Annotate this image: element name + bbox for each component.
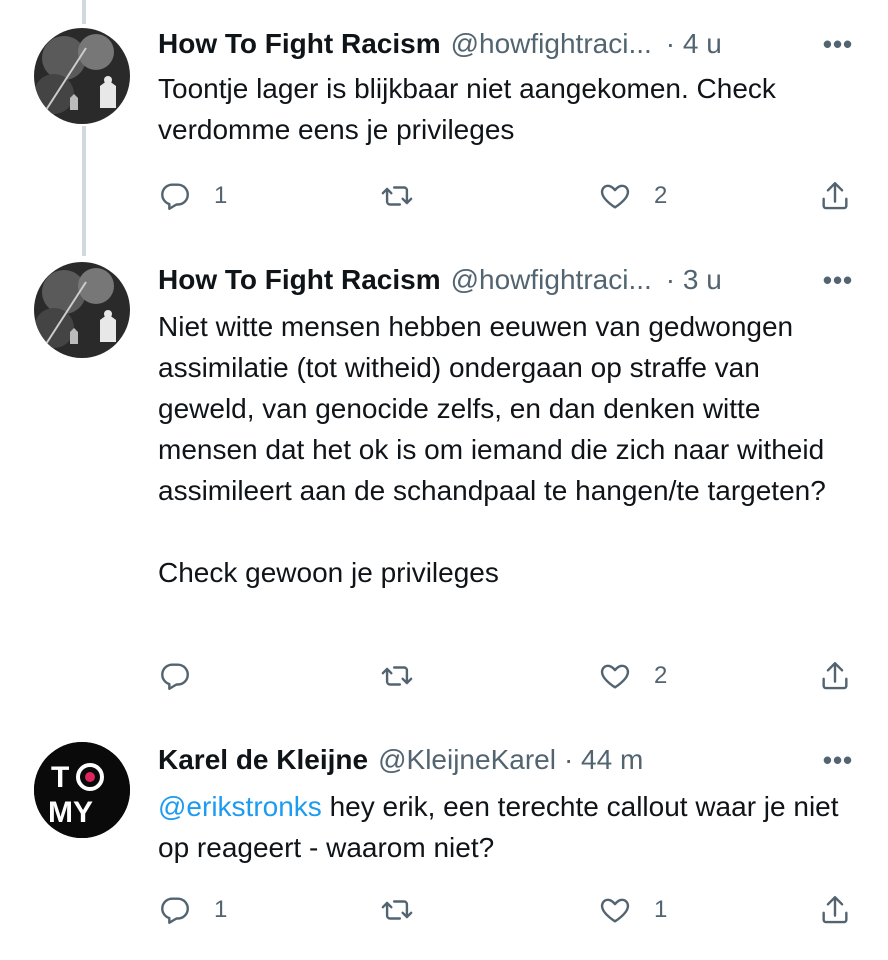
avatar[interactable]: T MY bbox=[34, 742, 130, 838]
svg-text:T: T bbox=[51, 761, 69, 794]
avatar[interactable] bbox=[34, 262, 130, 358]
tweet-header: How To Fight Racism @howfightraci... · 3… bbox=[158, 260, 858, 300]
tweet-header: How To Fight Racism @howfightraci... · 4… bbox=[158, 24, 858, 64]
timestamp[interactable]: · 4 u bbox=[666, 28, 722, 60]
avatar-image: T MY bbox=[34, 742, 130, 838]
author-handle[interactable]: @howfightraci... bbox=[451, 28, 652, 60]
action-bar: 2 bbox=[158, 656, 858, 696]
reply-count: 1 bbox=[214, 896, 228, 923]
author-name[interactable]: Karel de Kleijne bbox=[158, 744, 368, 776]
svg-text:MY: MY bbox=[48, 796, 93, 829]
share-icon bbox=[822, 182, 848, 210]
reply-icon bbox=[161, 183, 189, 210]
retweet-icon bbox=[381, 186, 413, 206]
action-bar: 1 1 bbox=[158, 890, 858, 930]
action-bar: 1 2 bbox=[158, 176, 858, 216]
retweet-icon bbox=[381, 900, 413, 920]
tweet-paragraph: Toontje lager is blijkbaar niet aangekom… bbox=[158, 73, 776, 145]
tweet[interactable]: How To Fight Racism @howfightraci... · 3… bbox=[0, 250, 888, 730]
retweet-button[interactable] bbox=[380, 176, 436, 216]
share-icon bbox=[822, 896, 848, 924]
reply-icon bbox=[161, 897, 189, 924]
retweet-icon bbox=[381, 666, 413, 686]
tweet-text: @erikstronks hey erik, een terechte call… bbox=[158, 786, 858, 868]
avatar-image bbox=[34, 262, 130, 358]
like-count: 1 bbox=[654, 896, 668, 923]
share-icon bbox=[822, 662, 848, 690]
tweet-text: Toontje lager is blijkbaar niet aangekom… bbox=[158, 68, 858, 150]
reply-button[interactable] bbox=[158, 656, 214, 696]
heart-icon bbox=[600, 184, 630, 209]
tweet-paragraph: @erikstronks hey erik, een terechte call… bbox=[158, 786, 858, 868]
tweet-header: Karel de Kleijne @KleijneKarel · 44 m ••… bbox=[158, 740, 858, 780]
more-options-icon[interactable]: ••• bbox=[818, 24, 858, 64]
share-button[interactable] bbox=[818, 176, 852, 216]
heart-icon bbox=[600, 664, 630, 689]
retweet-button[interactable] bbox=[380, 890, 436, 930]
like-button[interactable]: 2 bbox=[598, 656, 667, 696]
timestamp[interactable]: · 3 u bbox=[666, 264, 722, 296]
tweet[interactable]: T MY Karel de Kleijne @KleijneKarel · 44… bbox=[0, 730, 888, 960]
reply-icon bbox=[161, 663, 189, 690]
reply-button[interactable]: 1 bbox=[158, 176, 227, 216]
tweet-text: Niet witte mensen hebben eeuwen van gedw… bbox=[158, 306, 858, 593]
more-options-icon[interactable]: ••• bbox=[818, 260, 858, 300]
like-button[interactable]: 2 bbox=[598, 176, 667, 216]
like-count: 2 bbox=[654, 182, 668, 209]
like-count: 2 bbox=[654, 662, 668, 689]
avatar-image bbox=[34, 28, 130, 124]
avatar[interactable] bbox=[34, 28, 130, 124]
author-name[interactable]: How To Fight Racism bbox=[158, 264, 441, 296]
share-button[interactable] bbox=[818, 656, 852, 696]
tweet-paragraph: Niet witte mensen hebben eeuwen van gedw… bbox=[158, 311, 826, 506]
like-button[interactable]: 1 bbox=[598, 890, 667, 930]
retweet-button[interactable] bbox=[380, 656, 436, 696]
more-options-icon[interactable]: ••• bbox=[818, 740, 858, 780]
reply-count: 1 bbox=[214, 182, 228, 209]
share-button[interactable] bbox=[818, 890, 852, 930]
tweet[interactable]: How To Fight Racism @howfightraci... · 4… bbox=[0, 0, 888, 250]
mention-link[interactable]: @erikstronks bbox=[158, 791, 322, 822]
author-handle[interactable]: @howfightraci... bbox=[451, 264, 652, 296]
author-name[interactable]: How To Fight Racism bbox=[158, 28, 441, 60]
tweet-paragraph: Check gewoon je privileges bbox=[158, 557, 499, 588]
reply-button[interactable]: 1 bbox=[158, 890, 227, 930]
timestamp[interactable]: · 44 m bbox=[564, 744, 643, 776]
heart-icon bbox=[600, 898, 630, 923]
author-handle[interactable]: @KleijneKarel bbox=[378, 744, 556, 776]
